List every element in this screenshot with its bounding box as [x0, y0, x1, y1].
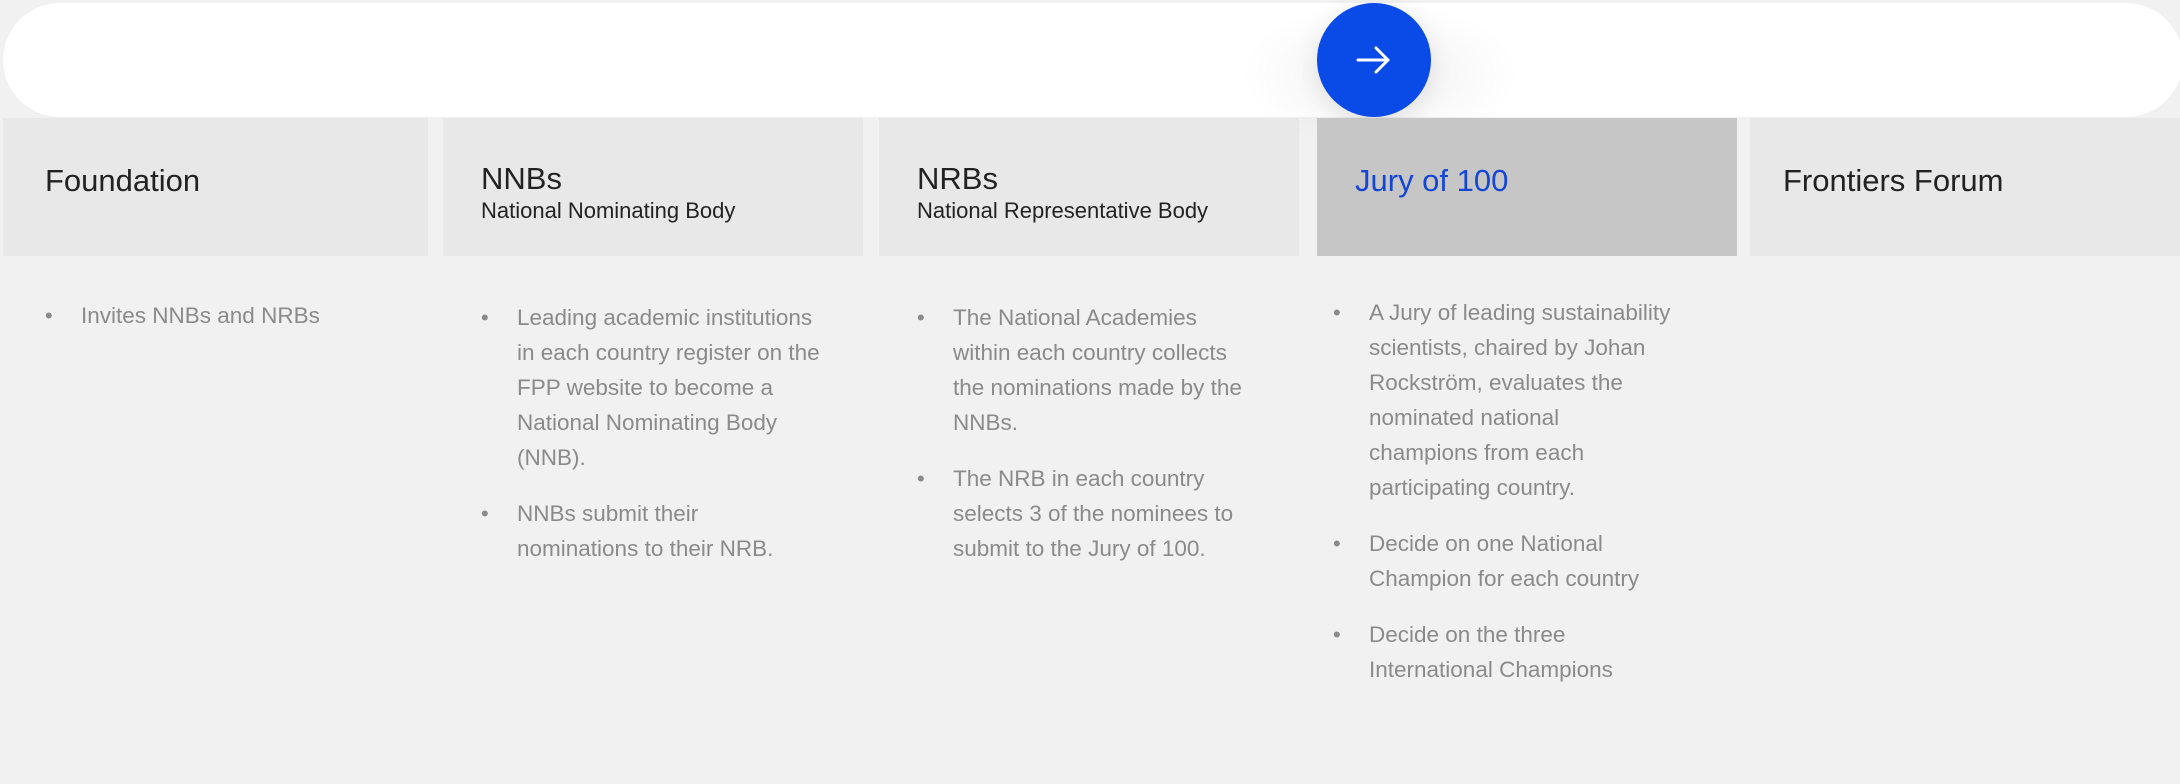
list-item: The National Academies within each count…: [917, 300, 1257, 440]
list-item: Decide on the three International Champi…: [1333, 617, 1673, 687]
list-item: The NRB in each country selects 3 of the…: [917, 461, 1257, 566]
list-item: Invites NNBs and NRBs: [45, 298, 395, 333]
column-title: Jury of 100: [1355, 163, 1509, 198]
tab-jury-of-100[interactable]: Jury of 100: [1317, 118, 1737, 256]
list-item: Leading academic institutions in each co…: [481, 300, 821, 475]
arrow-right-icon: [1356, 46, 1390, 74]
column-title: Foundation: [45, 163, 201, 198]
tab-foundation[interactable]: Foundation: [3, 118, 428, 256]
column-body-foundation: Invites NNBs and NRBs: [45, 298, 395, 354]
list-item: Decide on one National Champion for each…: [1333, 526, 1673, 596]
tab-frontiers-forum[interactable]: Frontiers Forum: [1750, 118, 2180, 256]
column-title: NNBs: [481, 161, 562, 196]
list-item: NNBs submit their nominations to their N…: [481, 496, 821, 566]
column-title: NRBs: [917, 161, 998, 196]
column-title: Frontiers Forum: [1783, 163, 2004, 198]
timeline-bar: [3, 3, 2180, 117]
column-subtitle: National Representative Body: [917, 198, 1209, 223]
tab-nrbs[interactable]: NRBs National Representative Body: [879, 118, 1299, 256]
column-body-nnbs: Leading academic institutions in each co…: [481, 300, 821, 587]
timeline-stage: Foundation NNBs National Nominating Body…: [0, 0, 2180, 784]
list-item: A Jury of leading sustainability scienti…: [1333, 295, 1673, 505]
tab-nnbs[interactable]: NNBs National Nominating Body: [443, 118, 863, 256]
column-body-nrbs: The National Academies within each count…: [917, 300, 1257, 587]
column-body-jury: A Jury of leading sustainability scienti…: [1333, 295, 1673, 708]
next-button[interactable]: [1317, 3, 1431, 117]
column-subtitle: National Nominating Body: [481, 198, 736, 223]
